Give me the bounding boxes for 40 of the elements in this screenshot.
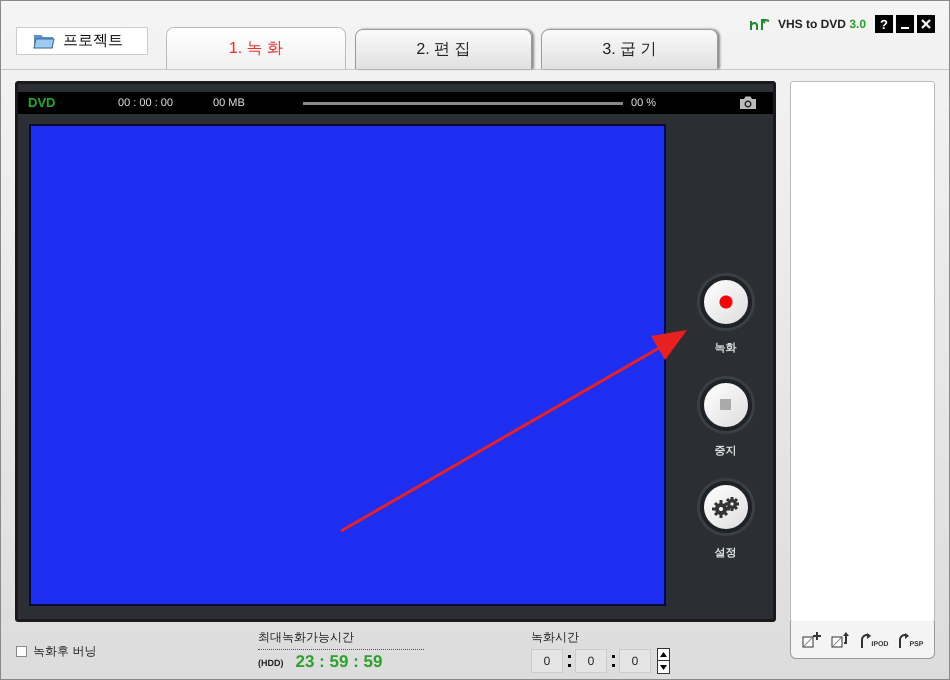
camera-icon[interactable] — [739, 95, 757, 110]
minimize-button[interactable] — [896, 15, 914, 33]
tab[interactable]: 1. 녹 화 — [166, 27, 346, 69]
tab[interactable]: 2. 편 집 — [355, 29, 532, 69]
close-button[interactable] — [917, 15, 935, 33]
max-time-value: 23 : 59 : 59 — [296, 653, 382, 670]
time-field[interactable]: 0 — [575, 649, 607, 673]
curved-arrow-icon — [859, 632, 872, 648]
record-button[interactable] — [700, 276, 752, 328]
checkbox-label: 녹화후 버닝 — [33, 643, 96, 660]
folder-icon — [33, 32, 55, 50]
spin-down-button[interactable] — [657, 661, 670, 674]
gears-icon — [710, 496, 740, 518]
drive-label: (HDD) — [258, 656, 284, 670]
stop-icon — [720, 399, 731, 410]
time-field[interactable]: 0 — [531, 649, 563, 673]
time-field[interactable]: 0 — [619, 649, 651, 673]
logo-icon — [748, 17, 771, 31]
spin-up-button[interactable] — [657, 648, 670, 661]
checkbox[interactable] — [16, 646, 27, 656]
export-button[interactable] — [830, 630, 850, 648]
curved-arrow-icon — [897, 632, 910, 648]
down-icon — [660, 664, 667, 670]
elapsed-time: 00 : 00 : 00 — [118, 96, 174, 111]
button-label: 녹화 — [714, 341, 736, 356]
size-label: 00 MB — [213, 96, 246, 111]
help-button[interactable]: ? — [875, 15, 893, 33]
project-button[interactable]: 프로젝트 — [16, 27, 148, 55]
button-label: 중지 — [714, 444, 736, 458]
close-icon — [921, 19, 931, 29]
app-title: VHS to DVD 3.0 — [778, 16, 866, 33]
max-time-label: 최대녹화가능시간 — [258, 629, 355, 646]
disc-label: DVD — [28, 94, 56, 112]
up-icon — [660, 652, 667, 657]
add-button[interactable] — [801, 630, 822, 648]
tab[interactable]: 3. 굽 기 — [541, 29, 718, 69]
button-label: 설정 — [714, 546, 736, 561]
progress-percent: 00 % — [631, 96, 656, 111]
record-icon — [718, 295, 732, 309]
record-time-label: 녹화시간 — [531, 629, 580, 646]
